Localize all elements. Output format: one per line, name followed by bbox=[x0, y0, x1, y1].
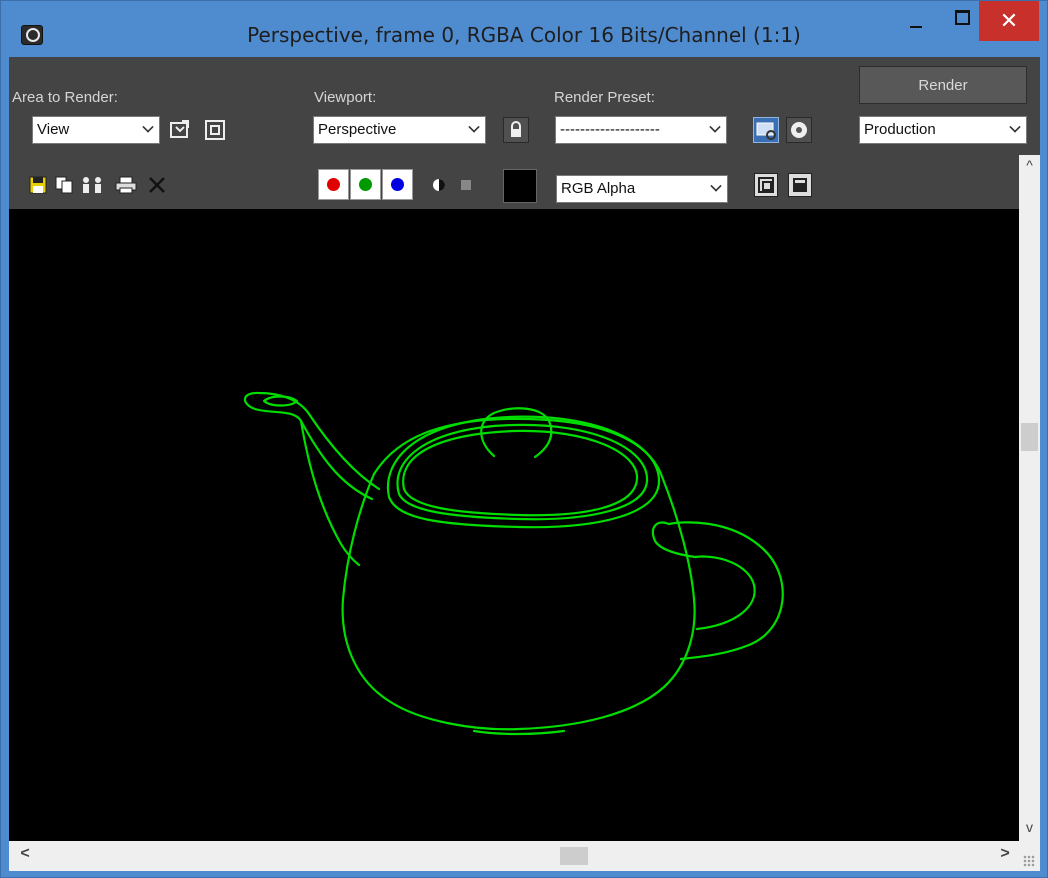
production-value: Production bbox=[864, 121, 936, 138]
window-title: Perspective, frame 0, RGBA Color 16 Bits… bbox=[247, 23, 801, 47]
production-select[interactable]: Production bbox=[859, 116, 1027, 144]
clone-frame-icon[interactable] bbox=[80, 175, 106, 195]
chevron-down-icon bbox=[710, 180, 722, 192]
toggle-ui-overlay-icon[interactable] bbox=[754, 173, 778, 197]
monochrome-icon[interactable] bbox=[456, 175, 476, 195]
render-viewport[interactable] bbox=[9, 209, 1019, 841]
teapot-spout-tip bbox=[262, 395, 299, 407]
green-channel-button[interactable] bbox=[350, 169, 381, 200]
toggle-ui-icon[interactable] bbox=[788, 173, 812, 197]
teapot-bottom-seam bbox=[472, 729, 566, 736]
red-channel-button[interactable] bbox=[318, 169, 349, 200]
teapot-spout bbox=[243, 391, 381, 501]
area-to-render-select[interactable]: View bbox=[32, 116, 160, 144]
viewport-label: Viewport: bbox=[314, 89, 377, 106]
scroll-down-icon[interactable]: v bbox=[1019, 819, 1040, 839]
edit-region-icon[interactable] bbox=[167, 117, 193, 143]
teapot-handle-outer bbox=[667, 521, 784, 661]
teapot-handle-inner bbox=[693, 555, 756, 631]
green-dot-icon bbox=[359, 178, 372, 191]
area-to-render-value: View bbox=[37, 121, 70, 138]
print-image-icon[interactable] bbox=[115, 175, 137, 195]
area-to-render-label: Area to Render: bbox=[12, 89, 118, 106]
teapot-handle-top bbox=[651, 521, 697, 559]
chevron-down-icon bbox=[709, 121, 721, 133]
minimize-icon[interactable] bbox=[893, 1, 939, 41]
resize-grip-icon[interactable] bbox=[1023, 855, 1035, 867]
clear-image-icon[interactable] bbox=[147, 175, 167, 195]
render-button[interactable]: Render bbox=[859, 66, 1027, 104]
viewport-value: Perspective bbox=[318, 121, 397, 138]
auto-region-icon[interactable] bbox=[202, 117, 228, 143]
horizontal-scroll-thumb[interactable] bbox=[560, 847, 588, 865]
chevron-down-icon bbox=[1009, 121, 1021, 133]
horizontal-scrollbar[interactable]: < > bbox=[9, 841, 1040, 871]
teapot-lid-top bbox=[402, 429, 639, 517]
display-channel-value: RGB Alpha bbox=[561, 180, 636, 197]
vertical-scrollbar[interactable]: ^ v bbox=[1019, 155, 1040, 841]
render-frame-window: Perspective, frame 0, RGBA Color 16 Bits… bbox=[0, 0, 1048, 878]
title-bar[interactable]: Perspective, frame 0, RGBA Color 16 Bits… bbox=[1, 1, 1047, 57]
display-channel-select[interactable]: RGB Alpha bbox=[556, 175, 728, 203]
teapot-body-outline bbox=[341, 417, 696, 731]
viewport-select[interactable]: Perspective bbox=[313, 116, 486, 144]
render-frame-client: Area to Render: View Viewport: Perspecti… bbox=[9, 57, 1040, 871]
alpha-channel-icon[interactable] bbox=[429, 175, 449, 195]
render-setup-icon[interactable] bbox=[753, 117, 779, 143]
close-icon[interactable]: ✕ bbox=[979, 1, 1039, 41]
scroll-up-icon[interactable]: ^ bbox=[1019, 157, 1040, 177]
image-toolbar: RGB Alpha bbox=[9, 155, 1019, 209]
chevron-down-icon bbox=[468, 121, 480, 133]
blue-channel-button[interactable] bbox=[382, 169, 413, 200]
chevron-down-icon bbox=[142, 121, 154, 133]
copy-image-icon[interactable] bbox=[54, 175, 74, 195]
blue-dot-icon bbox=[391, 178, 404, 191]
environment-settings-icon[interactable] bbox=[786, 117, 812, 143]
scroll-left-icon[interactable]: < bbox=[15, 845, 35, 865]
scroll-right-icon[interactable]: > bbox=[995, 845, 1015, 865]
render-preset-label: Render Preset: bbox=[554, 89, 655, 106]
teapot-wireframe bbox=[243, 391, 784, 736]
color-swatch[interactable] bbox=[503, 169, 537, 203]
lock-icon[interactable] bbox=[503, 117, 529, 143]
save-image-icon[interactable] bbox=[28, 175, 48, 195]
vertical-scroll-thumb[interactable] bbox=[1021, 423, 1038, 451]
render-settings-toolbar: Area to Render: View Viewport: Perspecti… bbox=[9, 57, 1040, 155]
red-dot-icon bbox=[327, 178, 340, 191]
render-preset-value: -------------------- bbox=[560, 121, 660, 138]
render-preset-select[interactable]: -------------------- bbox=[555, 116, 727, 144]
